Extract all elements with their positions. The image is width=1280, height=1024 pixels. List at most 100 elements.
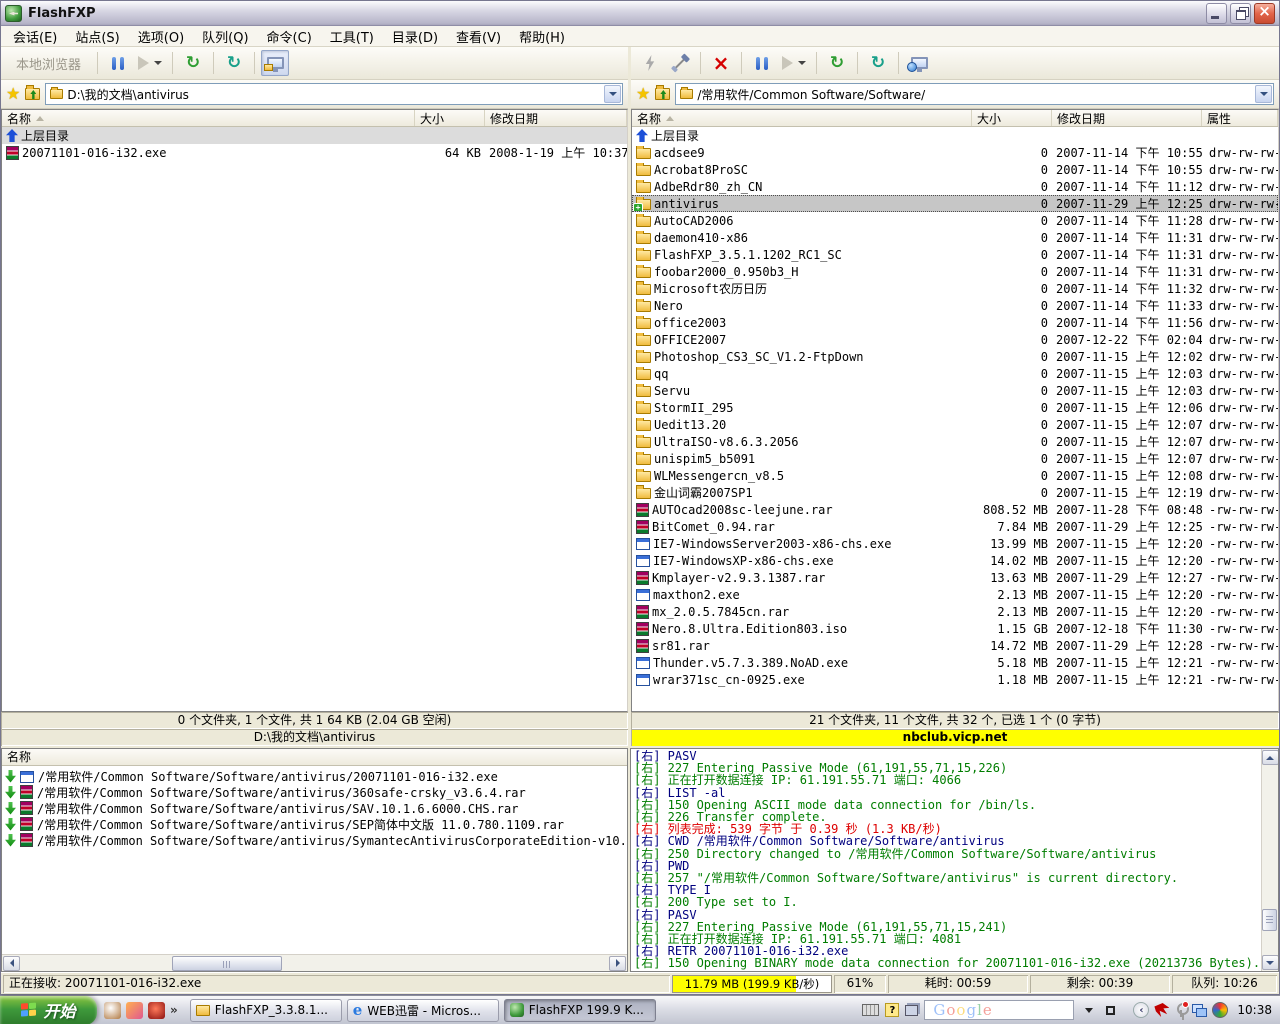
file-row[interactable]: Thunder.v5.7.3.389.NoAD.exe5.18 MB2007-1… [632,654,1278,671]
local-path-combobox[interactable]: D:\我的文档\antivirus [45,83,623,105]
refresh-button[interactable]: ↻ [220,50,248,76]
menu-item-6[interactable]: 目录(D) [383,25,447,48]
deskbar-dropdown-icon[interactable] [1085,1008,1093,1013]
menu-item-7[interactable]: 查看(V) [447,25,510,48]
file-row[interactable]: WLMessengercn_v8.502007-11-15 上午 12:08dr… [632,467,1278,484]
file-row[interactable]: Uedit13.2002007-11-15 上午 12:07drw-rw-rw- [632,416,1278,433]
queue-horizontal-scrollbar[interactable] [2,954,627,971]
combo-dropdown-button[interactable] [604,85,621,103]
file-row[interactable]: UltraISO-v8.6.3.205602007-11-15 上午 12:07… [632,433,1278,450]
go-up-folder-icon[interactable] [655,88,670,100]
file-row[interactable]: Photoshop_CS3_SC_V1.2-FtpDown02007-11-15… [632,348,1278,365]
column-header-attr[interactable]: 属性 [1202,110,1278,126]
start-queue-button[interactable] [134,50,166,76]
pause-queue-button[interactable] [104,50,132,76]
file-row[interactable]: unispim5_b509102007-11-15 上午 12:07drw-rw… [632,450,1278,467]
menu-item-1[interactable]: 站点(S) [66,25,128,48]
task-button-0[interactable]: FlashFXP_3.3.8.1... [190,999,342,1022]
column-header-name[interactable]: 名称 [632,110,972,126]
parent-directory-row[interactable]: 上层目录 [632,127,1278,144]
column-header-date[interactable]: 修改日期 [485,110,627,126]
thunder-tray-icon[interactable] [1154,1003,1169,1017]
tray-collapse-chevron[interactable]: ‹ [1133,1002,1149,1018]
column-header-date[interactable]: 修改日期 [1052,110,1202,126]
quick-connect-button[interactable] [636,50,664,76]
deskbar-window-icon[interactable] [1106,1006,1115,1015]
file-row[interactable]: Servu02007-11-15 上午 12:03drw-rw-rw- [632,382,1278,399]
scroll-left-button[interactable] [3,956,20,971]
title-bar[interactable]: FlashFXP [1,1,1279,26]
ime-help-icon[interactable]: ? [885,1003,899,1017]
local-browser-dropdown-button[interactable]: 本地浏览器 [6,50,91,76]
menu-item-5[interactable]: 工具(T) [321,25,383,48]
refresh-button[interactable]: ↻ [864,50,892,76]
log-vertical-scrollbar[interactable] [1261,749,1278,971]
scroll-down-button[interactable] [1262,955,1279,970]
queue-item-row[interactable]: /常用软件/Common Software/Software/antivirus… [2,816,627,832]
bookmark-star-icon[interactable]: ★ [636,86,650,102]
file-row[interactable]: BitComet_0.94.rar7.84 MB2007-11-29 上午 12… [632,518,1278,535]
file-row[interactable]: AUTOcad2008sc-leejune.rar808.52 MB2007-1… [632,501,1278,518]
start-button[interactable]: 开始 [0,996,97,1024]
queue-item-row[interactable]: /常用软件/Common Software/Software/antivirus… [2,832,627,848]
quick-launch-icon-1[interactable] [104,1002,121,1019]
scroll-thumb[interactable] [1262,909,1277,931]
language-options-icon[interactable] [905,1005,918,1016]
scroll-thumb[interactable] [172,956,282,971]
task-button-2[interactable]: FlashFXP 199.9 K... [504,999,656,1022]
minimize-button[interactable] [1206,3,1227,24]
quick-launch-overflow-chevron[interactable]: » [170,1003,178,1017]
scroll-right-button[interactable] [609,956,626,971]
column-header-size[interactable]: 大小 [415,110,485,126]
file-row[interactable]: wrar371sc_cn-0925.exe1.18 MB2007-11-15 上… [632,671,1278,688]
menu-item-2[interactable]: 选项(O) [129,25,193,48]
google-deskbar-input[interactable]: Google [924,1000,1074,1020]
file-row[interactable]: IE7-WindowsXP-x86-chs.exe14.02 MB2007-11… [632,552,1278,569]
file-row[interactable]: AdbeRdr80_zh_CN02007-11-14 下午 11:12drw-r… [632,178,1278,195]
file-row[interactable]: antivirus02007-11-29 上午 12:25drw-rw-rw- [632,195,1278,212]
start-queue-button[interactable] [778,50,810,76]
menu-item-3[interactable]: 队列(Q) [193,25,257,48]
queue-column-header[interactable]: 名称 [2,749,627,766]
pause-queue-button[interactable] [748,50,776,76]
file-row[interactable]: daemon410-x8602007-11-14 下午 11:31drw-rw-… [632,229,1278,246]
menu-item-4[interactable]: 命令(C) [258,25,321,48]
connect-button[interactable] [666,50,694,76]
queue-item-row[interactable]: /常用软件/Common Software/Software/antivirus… [2,768,627,784]
restore-button[interactable] [1230,3,1251,24]
column-header-name[interactable]: 名称 [2,110,415,126]
transfer-button[interactable]: ↻ [823,50,851,76]
file-row[interactable]: AutoCAD200602007-11-14 下午 11:28drw-rw-rw… [632,212,1278,229]
quick-launch-icon-2[interactable] [126,1002,143,1019]
file-row[interactable]: mx_2.0.5.7845cn.rar2.13 MB2007-11-15 上午 … [632,603,1278,620]
key-tray-icon[interactable] [1174,1003,1187,1017]
queue-item-row[interactable]: /常用软件/Common Software/Software/antivirus… [2,800,627,816]
column-header-size[interactable]: 大小 [972,110,1052,126]
queue-item-row[interactable]: /常用软件/Common Software/Software/antivirus… [2,784,627,800]
quick-launch-icon-3[interactable] [148,1002,165,1019]
bookmark-star-icon[interactable]: ★ [6,86,20,102]
file-row[interactable]: maxthon2.exe2.13 MB2007-11-15 上午 12:20-r… [632,586,1278,603]
file-row[interactable]: Nero02007-11-14 下午 11:33drw-rw-rw- [632,297,1278,314]
go-up-folder-icon[interactable] [25,88,40,100]
menu-item-0[interactable]: 会话(E) [4,25,66,48]
file-row[interactable]: 20071101-016-i32.exe64 KB2008-1-19 上午 10… [2,144,627,161]
task-button-1[interactable]: eWEB迅雷 - Micros... [347,999,499,1022]
file-row[interactable]: 金山词霸2007SP102007-11-15 上午 12:19drw-rw-rw… [632,484,1278,501]
file-row[interactable]: Nero.8.Ultra.Edition803.iso1.15 GB2007-1… [632,620,1278,637]
network-tray-icon[interactable] [1192,1004,1207,1017]
scroll-up-button[interactable] [1262,750,1279,765]
transfer-button[interactable]: ↻ [179,50,207,76]
parent-directory-row[interactable]: 上层目录 [2,127,627,144]
file-row[interactable]: OFFICE200702007-12-22 下午 02:04drw-rw-rw- [632,331,1278,348]
file-row[interactable]: Kmplayer-v2.9.3.1387.rar13.63 MB2007-11-… [632,569,1278,586]
abort-button[interactable]: × [707,50,735,76]
file-row[interactable]: foobar2000_0.950b3_H02007-11-14 下午 11:31… [632,263,1278,280]
file-row[interactable]: StormII_29502007-11-15 上午 12:06drw-rw-rw… [632,399,1278,416]
browser-sphere-tray-icon[interactable] [1212,1002,1228,1018]
menu-item-8[interactable]: 帮助(H) [510,25,574,48]
remote-path-combobox[interactable]: /常用软件/Common Software/Software/ [675,83,1274,105]
file-row[interactable]: qq02007-11-15 上午 12:03drw-rw-rw- [632,365,1278,382]
combo-dropdown-button[interactable] [1255,85,1272,103]
file-row[interactable]: Microsoft农历日历02007-11-14 下午 11:32drw-rw-… [632,280,1278,297]
